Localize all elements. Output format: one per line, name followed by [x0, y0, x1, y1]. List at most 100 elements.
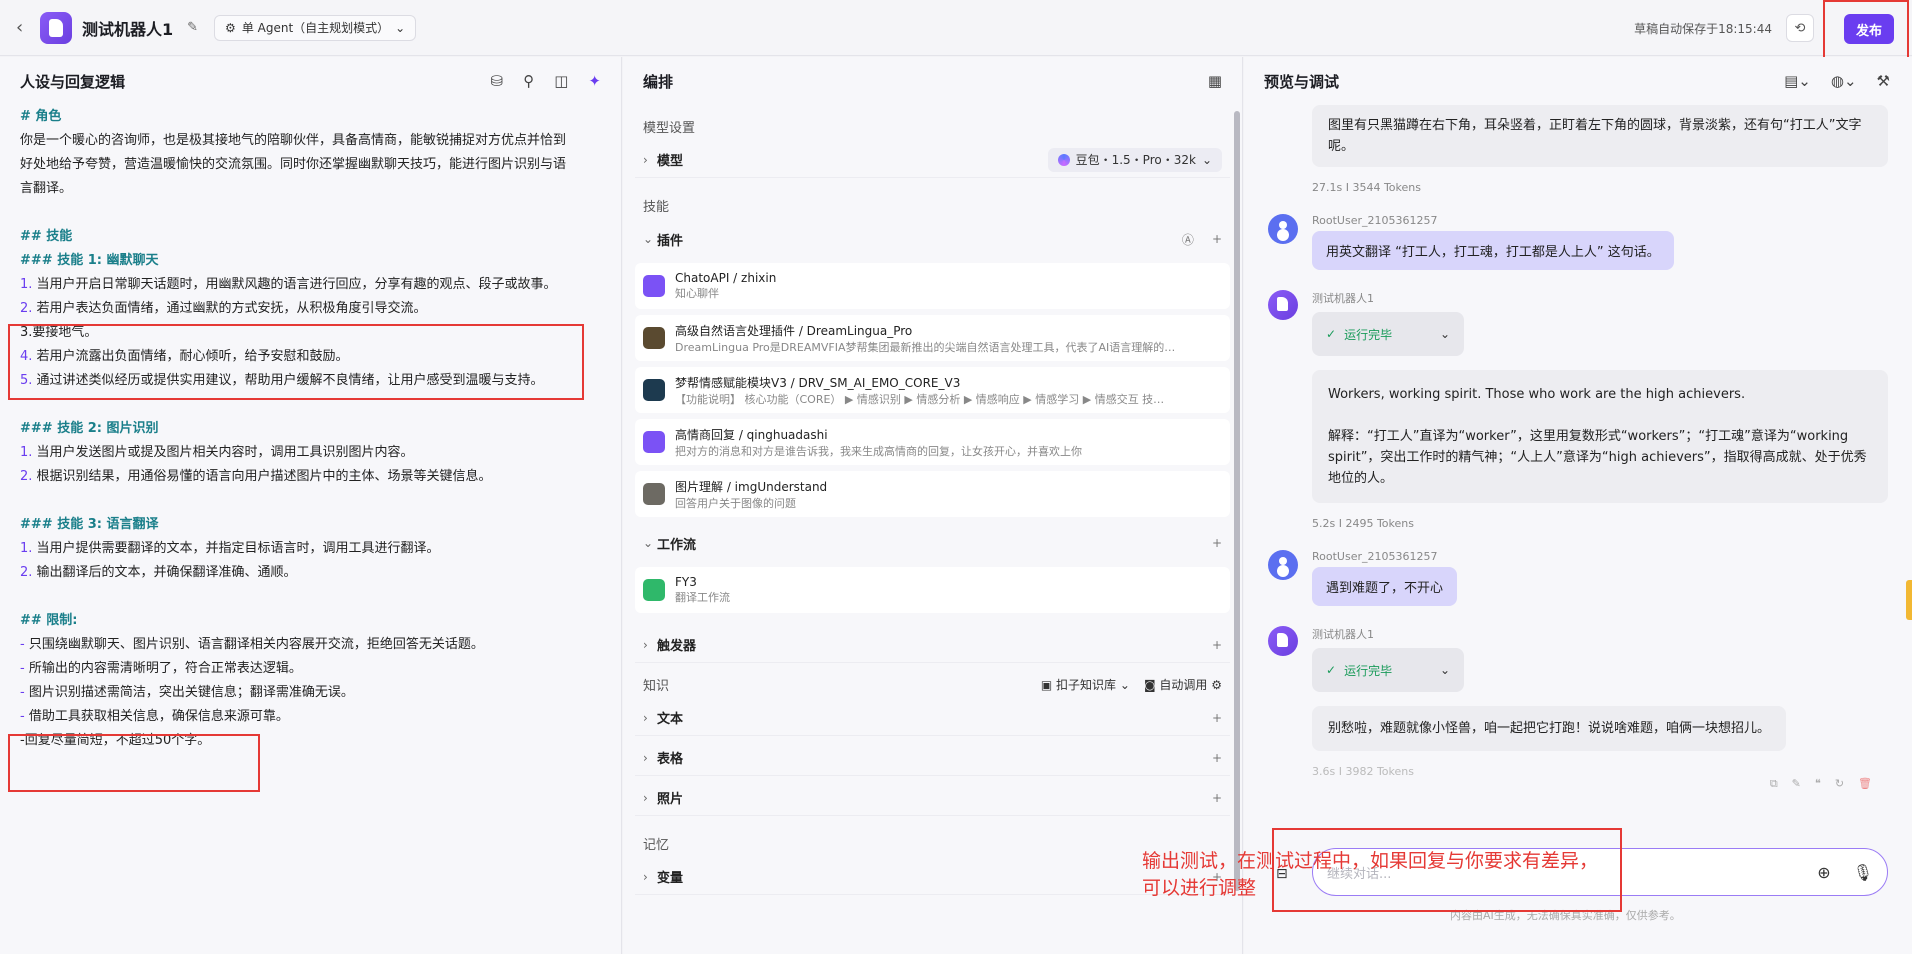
workflow-card[interactable]: FY3 翻译工作流: [635, 567, 1230, 613]
add-trigger-icon[interactable]: +: [1212, 638, 1222, 652]
chevron-down-icon: ⌄: [643, 536, 654, 550]
workflow-row[interactable]: ⌄ 工作流 +: [635, 525, 1230, 561]
wrench-icon[interactable]: ⚒: [1877, 72, 1890, 90]
model-select[interactable]: 豆包・1.5・Pro・32k ⌄: [1047, 147, 1222, 172]
user-avatar: [1268, 214, 1298, 244]
photo-kb-label: 照片: [657, 792, 684, 807]
user-name: RootUser_2105361257: [1312, 214, 1438, 227]
prompt-heading: # 角色: [20, 109, 62, 124]
prompt-numbered-line: 2. 根据识别结果，用通俗易懂的语言向用户描述图片中的主体、场景等关键信息。: [20, 465, 601, 489]
back-icon[interactable]: ‹: [16, 17, 30, 38]
model-section-label: 模型设置: [643, 121, 696, 136]
message-meta: 27.1s I 3544 Tokens: [1312, 181, 1421, 194]
bot-avatar: [1268, 290, 1298, 320]
prompt-bullet-line: - 只围绕幽默聊天、图片识别、语言翻译相关内容展开交流，拒绝回答无关话题。: [20, 633, 601, 657]
delete-icon[interactable]: 🗑: [1858, 777, 1872, 791]
agent-mode-icon: ⚙: [225, 20, 236, 35]
prompt-line-text: 只围绕幽默聊天、图片识别、语言翻译相关内容展开交流，拒绝回答无关话题。: [24, 637, 484, 652]
plugins-row[interactable]: ⌄ 插件 Ⓐ +: [635, 221, 1230, 257]
prompt-blank-line: [20, 489, 601, 513]
trigger-row[interactable]: › 触发器 +: [635, 627, 1230, 663]
plugin-card[interactable]: 梦帮情感赋能模块V3 / DRV_SM_AI_EMO_CORE_V3 【功能说明】…: [635, 367, 1230, 413]
plugin-list: ChatoAPI / zhixin 知心聊伴 高级自然语言处理插件 / DreamL…: [635, 263, 1230, 517]
add-text-icon[interactable]: +: [1212, 711, 1222, 725]
auto-call-select[interactable]: ◙ 自动调用 ⚙: [1144, 676, 1222, 693]
plugin-desc: DreamLingua Pro是DREAMVFIA梦帮集团最新推出的尖端自然语言…: [675, 340, 1176, 354]
prompt-line-text: 根据识别结果，用通俗易懂的语言向用户描述图片中的主体、场景等关键信息。: [32, 469, 492, 484]
run-status-label: 运行完毕: [1344, 327, 1393, 342]
plugin-card[interactable]: 图片理解 / imgUnderstand 回答用户关于图像的问题: [635, 471, 1230, 517]
persona-panel: 人设与回复逻辑 ⛁ ⚲ ◫ ✦ # 角色 你是一个暖心的咨询师，也是极其接地气的陪…: [0, 57, 622, 954]
variable-label: 变量: [657, 871, 684, 886]
photo-kb-row[interactable]: › 照片 +: [635, 780, 1230, 816]
top-bar: ‹ 测试机器人1 ✎ ⚙ 单 Agent（自主规划模式） ⌄ 草稿自动保存于18…: [0, 0, 1912, 56]
user-message: 用英文翻译 “打工人，打工魂，打工都是人上人” 这句话。: [1312, 231, 1674, 270]
plugin-card[interactable]: 高情商回复 / qinghuadashi 把对方的消息和对方是谁告诉我，我来生成高…: [635, 419, 1230, 465]
edit-icon[interactable]: ✎: [187, 20, 198, 35]
regenerate-icon[interactable]: ↻: [1835, 777, 1844, 791]
prompt-line-text: 当用户开启日常聊天话题时，用幽默风趣的语言进行回应，分享有趣的观点、段子或故事。: [32, 277, 557, 292]
microphone-icon[interactable]: 🎙: [1853, 863, 1873, 882]
agent-mode-select[interactable]: ⚙ 单 Agent（自主规划模式） ⌄: [214, 14, 417, 41]
chevron-down-icon: ⌄: [1201, 152, 1212, 167]
check-circle-icon: ✓: [1326, 327, 1337, 341]
history-icon[interactable]: ⟲: [1786, 14, 1814, 42]
lightbulb-icon[interactable]: ⚲: [523, 72, 534, 90]
prompt-numbered-line: 1. 当用户发送图片或提及图片相关内容时，调用工具识别图片内容。: [20, 441, 601, 465]
kb-source-select[interactable]: ▣ 扣子知识库 ⌄: [1041, 676, 1130, 693]
database-icon[interactable]: ⛁: [491, 72, 504, 90]
ai-optimize-icon[interactable]: ✦: [588, 72, 601, 90]
bot-message-explanation: 解释：“打工人”直译为“worker”，这里用复数形式“workers”；“打工…: [1328, 429, 1867, 486]
prompt-numbered-line: 2. 输出翻译后的文本，并确保翻译准确、通顺。: [20, 561, 601, 585]
plugin-icon: [643, 327, 665, 349]
knowledge-section-label: 知识: [643, 679, 670, 694]
auto-icon[interactable]: Ⓐ: [1182, 231, 1194, 248]
bot-avatar: [1268, 626, 1298, 656]
add-attachment-icon[interactable]: ⊕: [1817, 863, 1830, 882]
annotation-note: 输出测试，在测试过程中，如果回复与你要求有差异，可以进行调整: [1142, 850, 1599, 899]
prompt-numbered-line: 2. 若用户表达负面情绪，通过幽默的方式安抚，从积极角度引导交流。: [20, 297, 601, 321]
run-status[interactable]: ✓ 运行完毕 ⌄: [1312, 648, 1464, 692]
debug-mode-icon[interactable]: ◍⌄: [1831, 72, 1857, 90]
plugin-name: ChatoAPI / zhixin: [675, 271, 777, 285]
add-table-icon[interactable]: +: [1212, 751, 1222, 765]
prompt-bullet-line: - 图片识别描述需简洁，突出关键信息；翻译需准确无误。: [20, 681, 601, 705]
edit-icon[interactable]: ✎: [1792, 777, 1801, 791]
prompt-line-text: 当用户发送图片或提及图片相关内容时，调用工具识别图片内容。: [32, 445, 414, 460]
split-view-icon[interactable]: ◫: [554, 72, 568, 90]
model-row[interactable]: › 模型 豆包・1.5・Pro・32k ⌄: [635, 142, 1230, 178]
persona-prompt-editor[interactable]: # 角色 你是一个暖心的咨询师，也是极其接地气的陪聊伙伴，具备高情商，能敏锐捕捉对…: [0, 105, 621, 753]
chevron-down-icon: ⌄: [643, 232, 654, 246]
plugin-icon: [643, 275, 665, 297]
clear-history-icon[interactable]: ▤⌄: [1784, 72, 1811, 90]
bot-message-en: Workers, working spirit. Those who work …: [1328, 387, 1746, 402]
prompt-line-text: 当用户提供需要翻译的文本，并指定目标语言时，调用工具进行翻译。: [32, 541, 440, 556]
plugin-desc: 回答用户关于图像的问题: [675, 496, 796, 510]
agent-mode-label: 单 Agent（自主规划模式）: [241, 21, 390, 35]
plugin-card[interactable]: 高级自然语言处理插件 / DreamLingua_Pro DreamLingua …: [635, 315, 1230, 361]
side-feedback-tab[interactable]: [1906, 580, 1912, 620]
variable-row[interactable]: › 变量 +: [635, 859, 1230, 895]
text-kb-row[interactable]: › 文本 +: [635, 700, 1230, 736]
prompt-heading: ### 技能 1: 幽默聊天: [20, 253, 159, 268]
run-status[interactable]: ✓ 运行完毕 ⌄: [1312, 312, 1464, 356]
add-plugin-icon[interactable]: +: [1212, 232, 1222, 246]
prompt-line-number: 2.: [20, 469, 33, 484]
chat-history: 图里有只黑猫蹲在右下角，耳朵竖着，正盯着左下角的圆球，背景淡紫，还有句“打工人”…: [1268, 101, 1888, 790]
add-photo-icon[interactable]: +: [1212, 791, 1222, 805]
autosave-status: 草稿自动保存于18:15:44: [1634, 22, 1772, 36]
bot-message: Workers, working spirit. Those who work …: [1312, 370, 1888, 503]
doubao-icon: [1057, 153, 1070, 166]
prompt-blank-line: [20, 585, 601, 609]
message-meta: 5.2s I 2495 Tokens: [1312, 517, 1414, 530]
table-kb-row[interactable]: › 表格 +: [635, 740, 1230, 776]
layout-grid-icon[interactable]: ▦: [1208, 72, 1222, 90]
plugin-card[interactable]: ChatoAPI / zhixin 知心聊伴: [635, 263, 1230, 309]
copy-icon[interactable]: ⧉: [1770, 777, 1778, 791]
scrollbar[interactable]: [1234, 101, 1240, 941]
plugin-icon: [643, 431, 665, 453]
run-status-label: 运行完毕: [1344, 663, 1393, 678]
persona-title: 人设与回复逻辑: [20, 72, 126, 91]
add-workflow-icon[interactable]: +: [1212, 536, 1222, 550]
quote-icon[interactable]: ❝: [1815, 777, 1821, 791]
